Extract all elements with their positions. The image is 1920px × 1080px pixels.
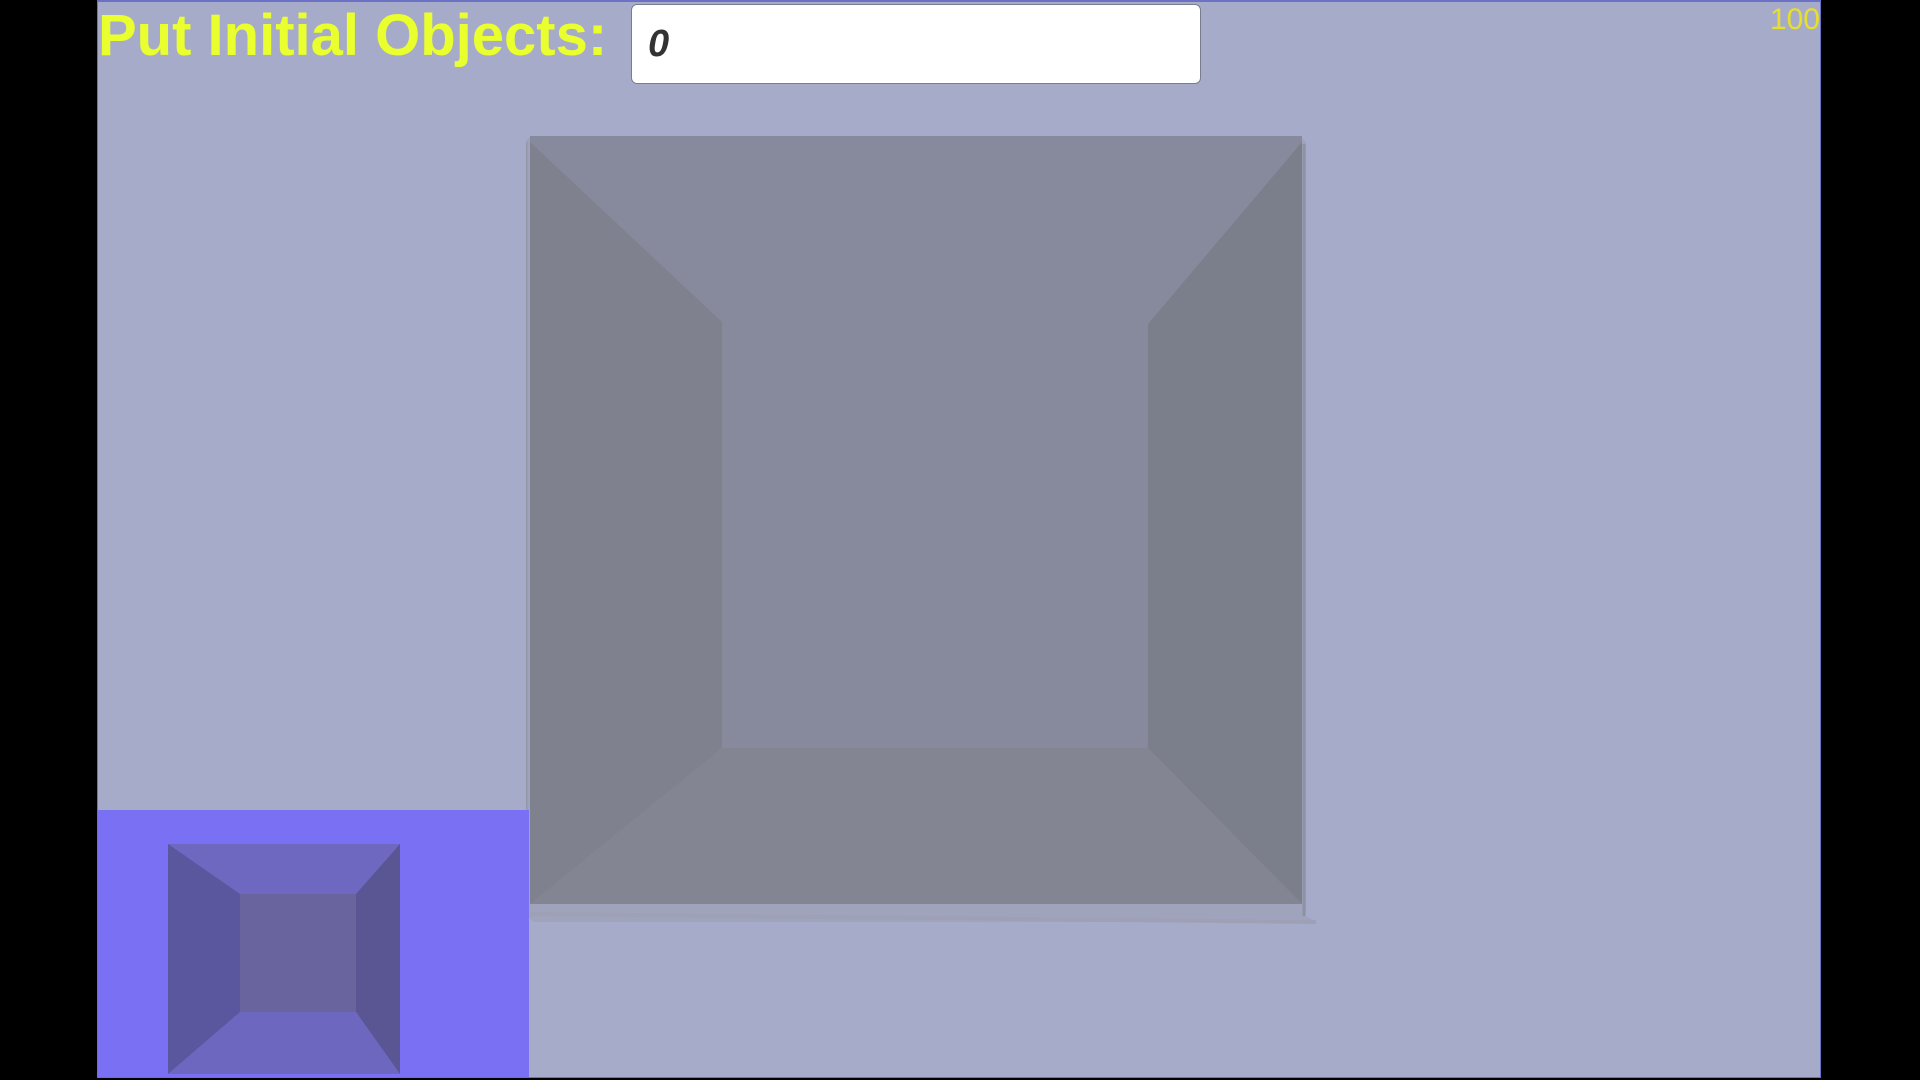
minimap-panel — [98, 810, 529, 1077]
minimap-box-3d — [168, 844, 400, 1074]
initial-objects-label: Put Initial Objects: — [98, 3, 608, 68]
minimap-box-inner — [240, 894, 356, 1012]
container-box-3d — [526, 136, 1317, 924]
game-canvas[interactable]: Put Initial Objects: 100 — [97, 0, 1821, 1078]
score-counter: 100 — [1769, 3, 1820, 36]
initial-objects-input[interactable] — [631, 4, 1201, 84]
